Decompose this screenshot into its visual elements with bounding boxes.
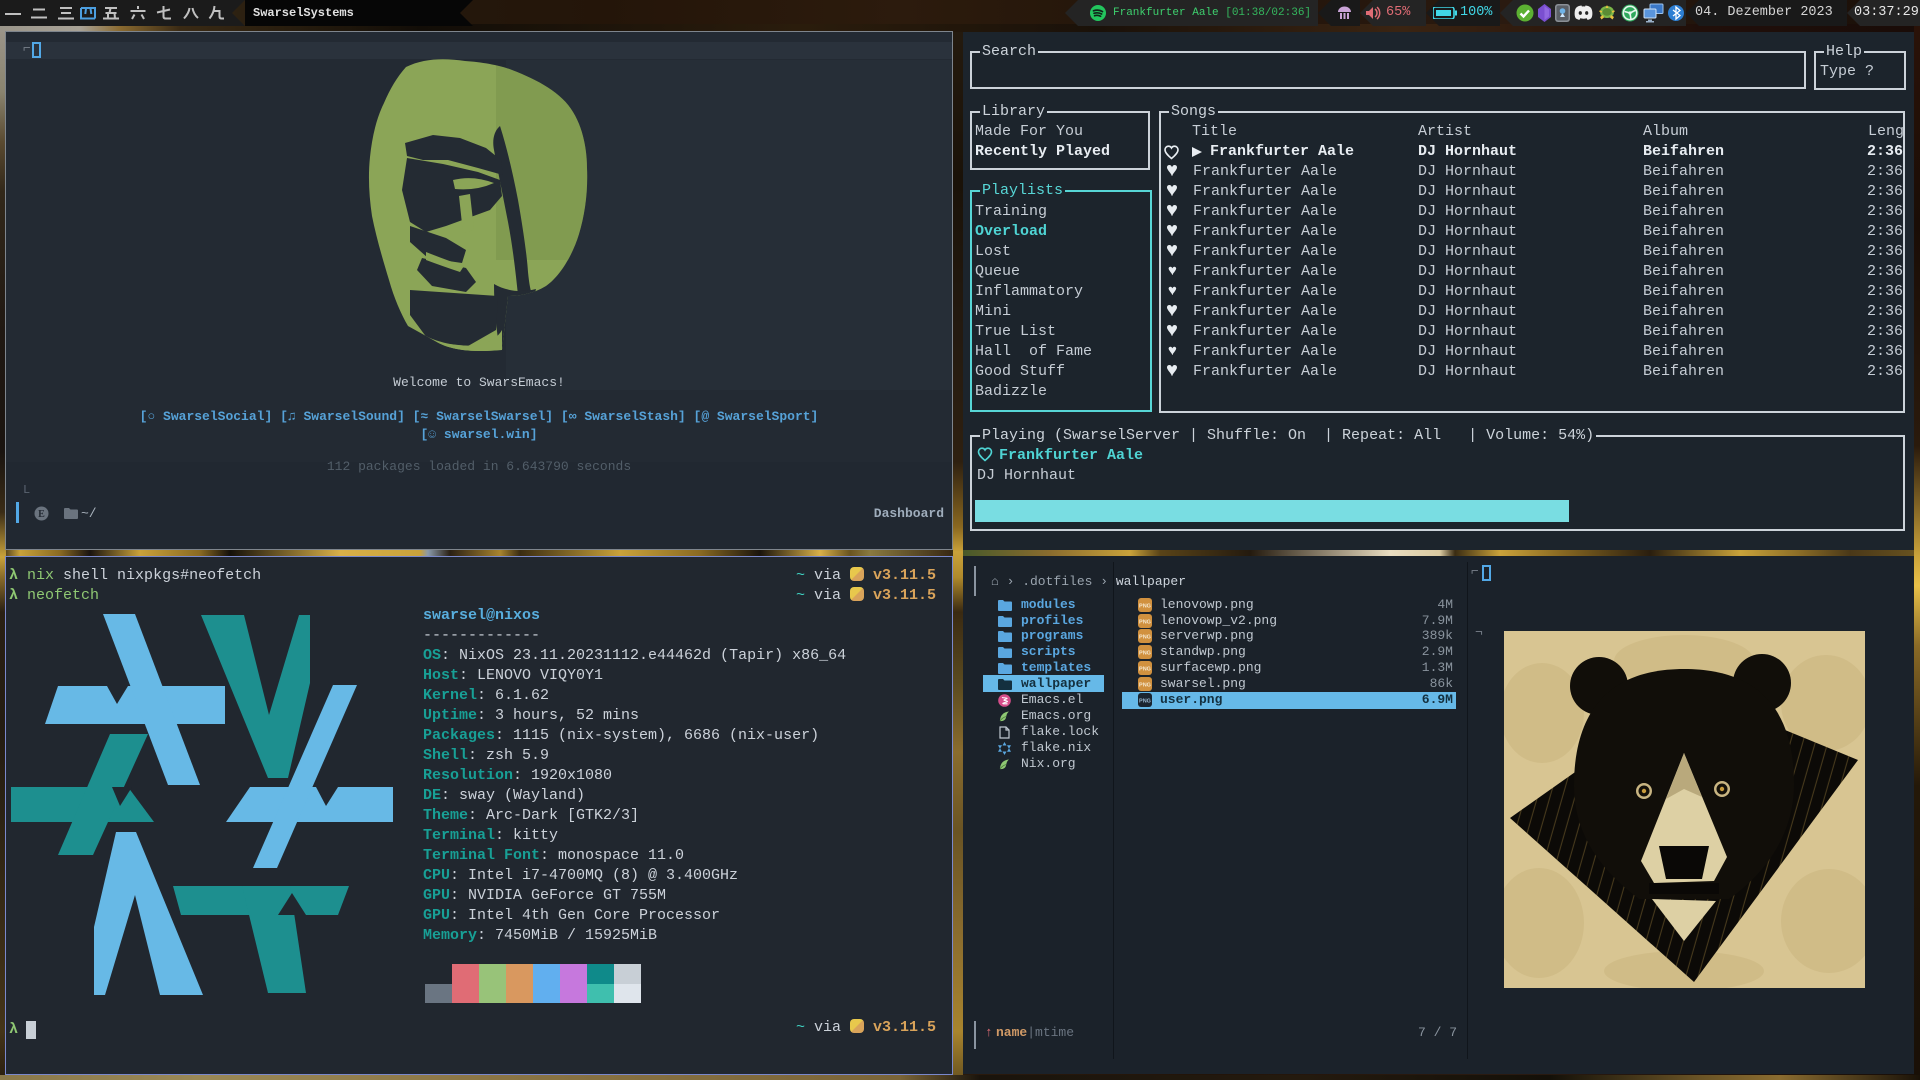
svg-text:E: E (38, 509, 45, 520)
svg-text:PNG: PNG (1139, 683, 1151, 689)
svg-text:PNG: PNG (1139, 620, 1151, 626)
svg-text:PNG: PNG (1139, 604, 1151, 610)
svg-text:PNG: PNG (1139, 635, 1151, 641)
svg-text:PNG: PNG (1139, 699, 1151, 705)
svg-text:PNG: PNG (1139, 667, 1151, 673)
svg-text:PNG: PNG (1139, 651, 1151, 657)
